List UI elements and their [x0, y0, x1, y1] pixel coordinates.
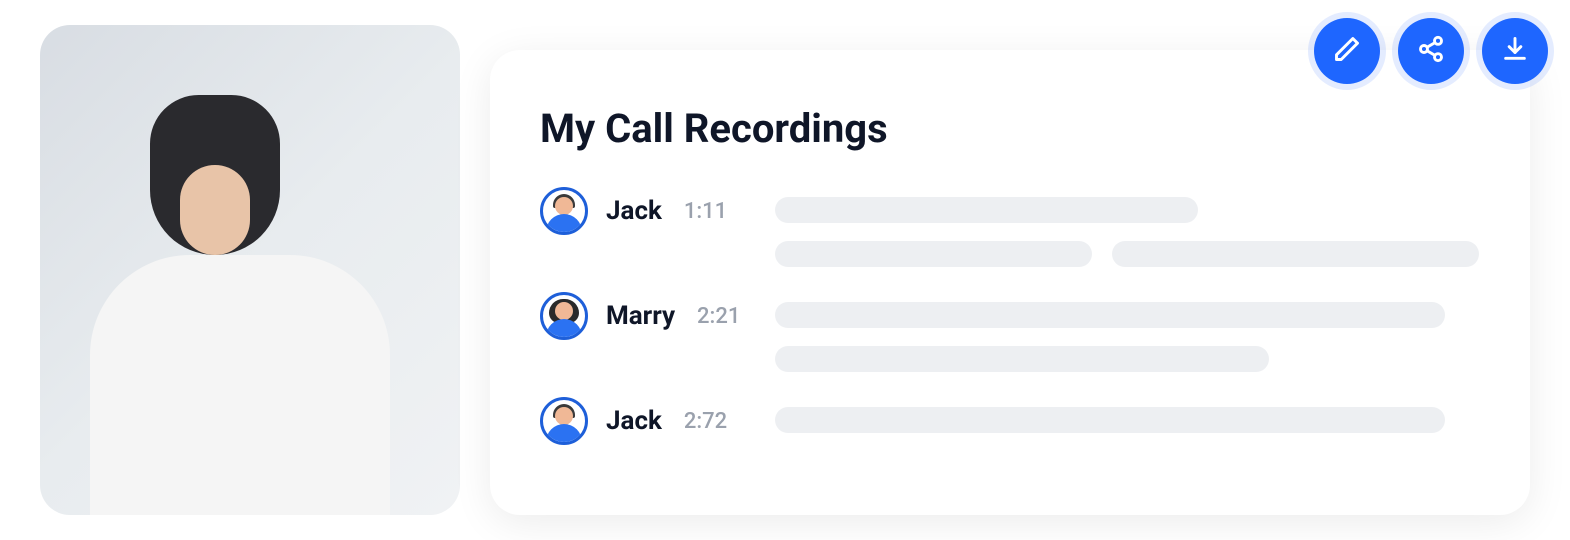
recording-name: Jack [606, 196, 662, 226]
avatar [540, 292, 588, 340]
action-buttons [1314, 18, 1548, 84]
share-icon [1417, 35, 1445, 67]
avatar [540, 397, 588, 445]
recording-row[interactable]: Jack 2:72 [540, 397, 1480, 445]
waveform-placeholder [775, 397, 1480, 433]
avatar [540, 187, 588, 235]
card-title: My Call Recordings [540, 105, 1480, 152]
recording-header: Marry 2:21 [540, 292, 775, 340]
recordings-card: My Call Recordings Jack 1:11 Marry [490, 50, 1530, 515]
recording-name: Marry [606, 301, 675, 331]
profile-image [40, 25, 460, 515]
recording-name: Jack [606, 406, 662, 436]
recording-time: 2:72 [684, 409, 727, 434]
download-button[interactable] [1482, 18, 1548, 84]
waveform-placeholder [775, 187, 1480, 267]
recording-row[interactable]: Marry 2:21 [540, 292, 1480, 372]
edit-button[interactable] [1314, 18, 1380, 84]
share-button[interactable] [1398, 18, 1464, 84]
recording-header: Jack 2:72 [540, 397, 775, 445]
recording-time: 1:11 [684, 199, 727, 224]
recording-row[interactable]: Jack 1:11 [540, 187, 1480, 267]
recording-header: Jack 1:11 [540, 187, 775, 235]
pencil-icon [1333, 35, 1361, 67]
waveform-placeholder [775, 292, 1480, 372]
recording-time: 2:21 [697, 304, 740, 329]
download-icon [1501, 35, 1529, 67]
